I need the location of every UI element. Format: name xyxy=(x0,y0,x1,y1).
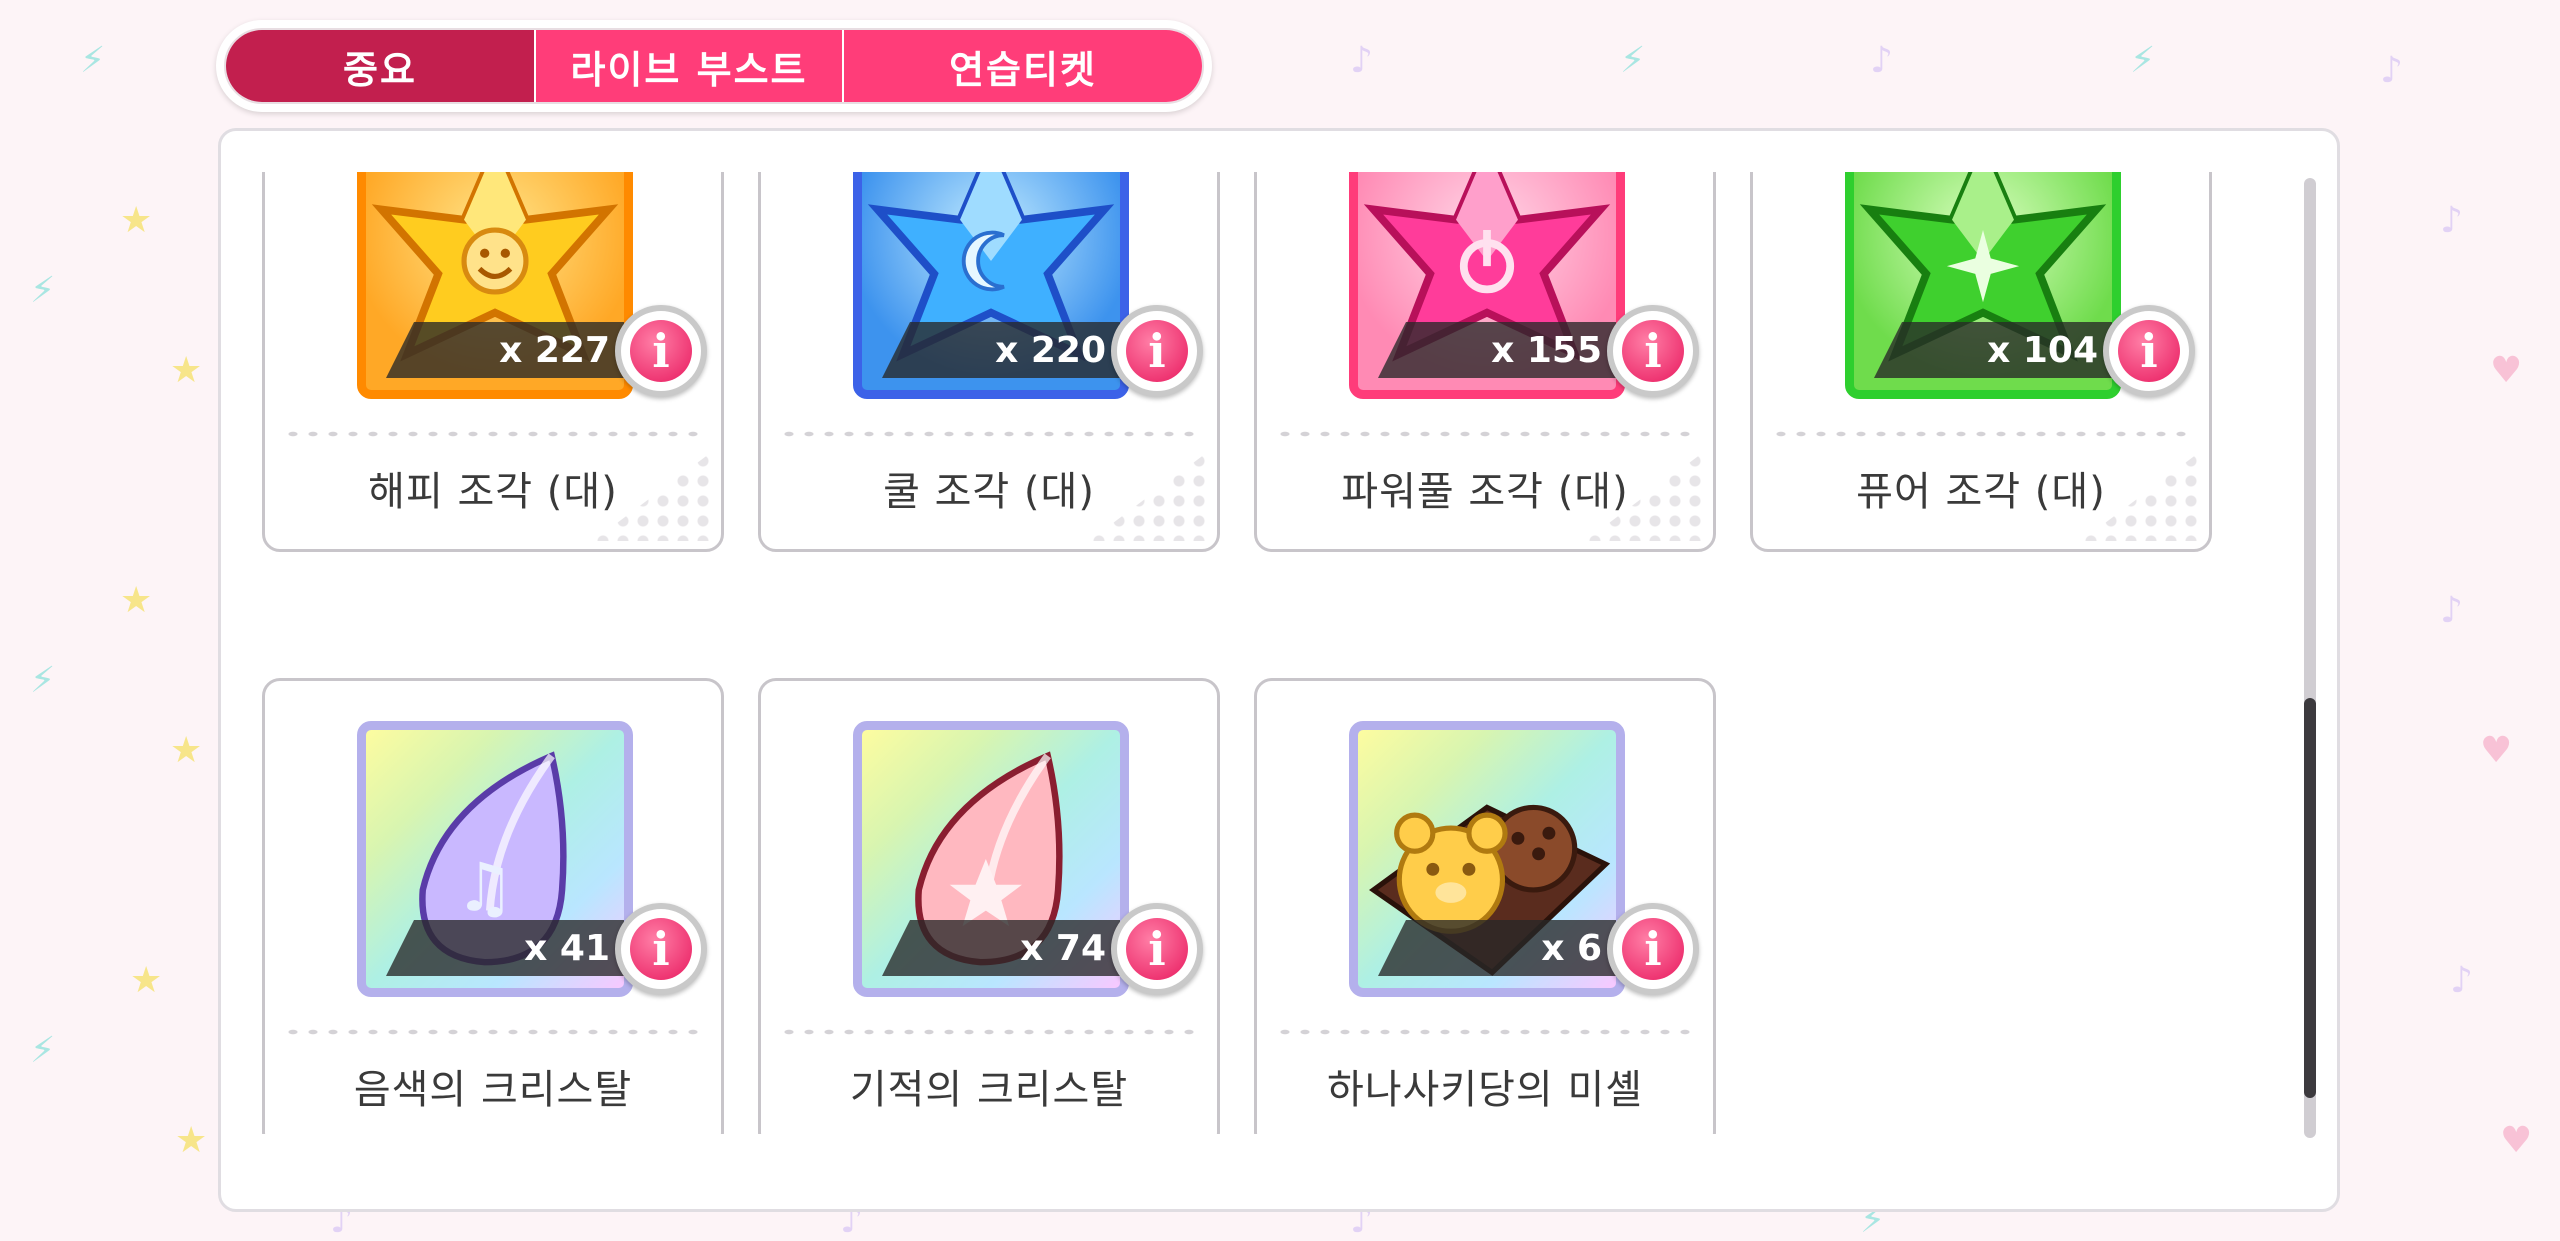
item-card-pure[interactable]: x 104 i 퓨어 조각 (대) xyxy=(1750,172,2212,552)
dotted-divider xyxy=(779,1027,1199,1037)
info-button[interactable]: i xyxy=(615,903,707,995)
heart-icon: ♥ xyxy=(2480,730,2513,771)
info-button[interactable]: i xyxy=(2103,305,2195,397)
info-icon: i xyxy=(1622,918,1684,980)
music-note-icon: ♪ xyxy=(1870,40,1893,81)
happy-star-shard-icon: x 227 xyxy=(357,172,633,399)
star-icon: ★ xyxy=(170,730,203,771)
dotted-divider xyxy=(1275,429,1695,439)
star-icon: ★ xyxy=(120,580,153,621)
item-name: 음색의 크리스탈 xyxy=(353,1067,633,1113)
item-quantity: x 220 xyxy=(882,322,1120,378)
info-icon: i xyxy=(1622,320,1684,382)
item-quantity: x 6 xyxy=(1378,920,1616,976)
item-card-michelle[interactable]: x 6 i 하나사키당의 미셸 xyxy=(1254,678,1716,1134)
dotted-divider xyxy=(1771,429,2191,439)
bolt-icon: ⚡ xyxy=(30,1030,56,1071)
powerful-star-shard-icon: x 155 xyxy=(1349,172,1625,399)
category-tab-bar: 중요 라이브 부스트 연습티켓 xyxy=(216,20,1212,112)
info-button[interactable]: i xyxy=(1607,305,1699,397)
dotted-divider xyxy=(283,1027,703,1037)
info-button[interactable]: i xyxy=(615,305,707,397)
bolt-icon: ⚡ xyxy=(30,660,56,701)
bolt-icon: ⚡ xyxy=(2130,40,2156,81)
info-button[interactable]: i xyxy=(1111,305,1203,397)
music-note-icon: ♪ xyxy=(2450,960,2473,1001)
item-quantity: x 155 xyxy=(1378,322,1616,378)
scrollbar-track[interactable] xyxy=(2304,178,2316,1138)
info-button[interactable]: i xyxy=(1607,903,1699,995)
scrollbar-thumb[interactable] xyxy=(2304,698,2316,1098)
star-icon: ★ xyxy=(170,350,203,391)
star-icon: ★ xyxy=(175,1120,208,1161)
item-name: 기적의 크리스탈 xyxy=(849,1067,1129,1113)
info-button[interactable]: i xyxy=(1111,903,1203,995)
info-icon: i xyxy=(2118,320,2180,382)
item-card-tone-crystal[interactable]: ♫ x 41 i 음색의 크리스탈 xyxy=(262,678,724,1134)
michelle-cookie-icon: x 6 xyxy=(1349,721,1625,997)
item-name: 하나사키당의 미셸 xyxy=(1326,1067,1644,1113)
item-grid[interactable]: x 227 i 해피 조각 (대) x 220 i 쿨 조각 (대) x 155… xyxy=(262,172,2262,1134)
tab-practice-ticket[interactable]: 연습티켓 xyxy=(842,30,1202,102)
bolt-icon: ⚡ xyxy=(1620,40,1646,81)
cool-star-shard-icon: x 220 xyxy=(853,172,1129,399)
miracle-crystal-icon: x 74 xyxy=(853,721,1129,997)
music-note-icon: ♪ xyxy=(2440,590,2463,631)
item-quantity: x 227 xyxy=(386,322,624,378)
music-note-icon: ♪ xyxy=(2380,50,2403,91)
star-icon: ★ xyxy=(130,960,163,1001)
item-card-cool[interactable]: x 220 i 쿨 조각 (대) xyxy=(758,172,1220,552)
info-icon: i xyxy=(1126,918,1188,980)
dotted-divider xyxy=(1275,1027,1695,1037)
tab-group: 중요 라이브 부스트 연습티켓 xyxy=(224,28,1204,104)
info-icon: i xyxy=(630,918,692,980)
dotted-divider xyxy=(283,429,703,439)
item-card-power[interactable]: x 155 i 파워풀 조각 (대) xyxy=(1254,172,1716,552)
info-icon: i xyxy=(630,320,692,382)
heart-icon: ♥ xyxy=(2500,1120,2533,1161)
item-card-happy[interactable]: x 227 i 해피 조각 (대) xyxy=(262,172,724,552)
item-quantity: x 104 xyxy=(1874,322,2112,378)
dotted-divider xyxy=(779,429,1199,439)
tone-crystal-icon: ♫ x 41 xyxy=(357,721,633,997)
tab-live-boost[interactable]: 라이브 부스트 xyxy=(534,30,842,102)
item-card-miracle-crystal[interactable]: x 74 i 기적의 크리스탈 xyxy=(758,678,1220,1134)
star-icon: ★ xyxy=(120,200,153,241)
svg-text:♫: ♫ xyxy=(455,849,515,927)
bolt-icon: ⚡ xyxy=(80,40,106,81)
info-icon: i xyxy=(1126,320,1188,382)
music-note-icon: ♪ xyxy=(2440,200,2463,241)
pure-star-shard-icon: x 104 xyxy=(1845,172,2121,399)
item-quantity: x 74 xyxy=(882,920,1120,976)
music-note-icon: ♪ xyxy=(1350,40,1373,81)
heart-icon: ♥ xyxy=(2490,350,2523,391)
tab-important[interactable]: 중요 xyxy=(226,30,534,102)
item-quantity: x 41 xyxy=(386,920,624,976)
bolt-icon: ⚡ xyxy=(30,270,56,311)
